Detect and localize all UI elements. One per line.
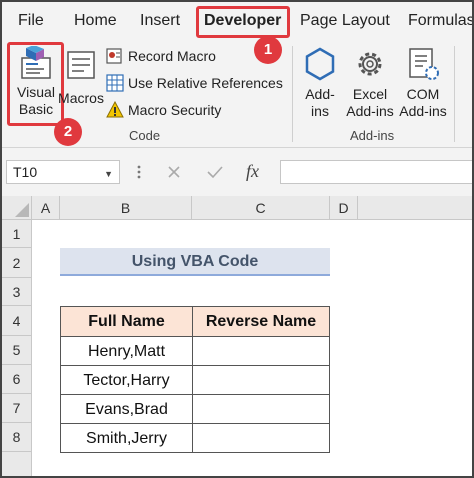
gear-icon xyxy=(358,52,382,76)
worksheet-grid: A B C D 1 2 3 4 5 6 7 8 Using VBA Code F… xyxy=(2,196,472,476)
excel-add-ins-label-line2: Add-ins xyxy=(346,103,394,119)
row-header-5[interactable]: 5 xyxy=(2,336,32,365)
row-header-2[interactable]: 2 xyxy=(2,248,32,278)
ribbon-tabs: File Home Insert Developer Page Layout F… xyxy=(2,2,472,40)
add-ins-group-label: Add-ins xyxy=(350,128,395,143)
column-header-b[interactable]: B xyxy=(60,196,192,220)
excel-add-ins-label-line1: Excel xyxy=(352,86,388,102)
code-group-label: Code xyxy=(129,128,161,143)
full-name-cell: Smith,Jerry xyxy=(86,430,167,447)
name-box-value: T10 xyxy=(13,164,38,180)
record-macro-label: Record Macro xyxy=(128,48,216,64)
table-header-full-name[interactable]: Full Name xyxy=(60,306,193,337)
column-header-c[interactable]: C xyxy=(192,196,330,220)
name-box[interactable]: T10 ▼ xyxy=(6,160,120,184)
macro-security-label: Macro Security xyxy=(128,102,222,118)
tab-file[interactable]: File xyxy=(18,12,44,30)
header-full-name-text: Full Name xyxy=(88,313,165,330)
add-ins-label-line1: Add- xyxy=(305,86,335,102)
step-badge-1: 1 xyxy=(254,36,282,64)
com-add-ins-label-line2: Add-ins xyxy=(399,103,447,119)
select-all-corner[interactable] xyxy=(2,196,32,220)
step-badge-2: 2 xyxy=(54,118,82,146)
use-relative-references-label: Use Relative References xyxy=(128,75,283,91)
excel-add-ins-button[interactable]: Excel Add-ins xyxy=(344,44,396,124)
macros-button[interactable]: Macros xyxy=(58,44,104,108)
ribbon-separator xyxy=(454,46,455,142)
formula-bar: T10 ▼ fx xyxy=(2,148,472,196)
table-header-reverse-name[interactable]: Reverse Name xyxy=(192,306,330,337)
title-cell[interactable]: Using VBA Code xyxy=(60,248,330,276)
select-all-triangle-icon xyxy=(15,203,29,217)
record-macro-icon xyxy=(106,48,122,64)
com-add-ins-button[interactable]: COM Add-ins xyxy=(398,44,448,124)
add-ins-label-line2: ins xyxy=(311,103,329,119)
ribbon-separator xyxy=(292,46,293,142)
reverse-name-cell[interactable] xyxy=(192,394,330,424)
cancel-icon[interactable] xyxy=(166,164,182,180)
reverse-name-cell[interactable] xyxy=(192,423,330,453)
developer-highlight-box xyxy=(196,6,290,38)
full-name-cell: Henry,Matt xyxy=(87,343,166,360)
insert-function-icon[interactable]: fx xyxy=(246,161,259,182)
reverse-name-cell[interactable] xyxy=(192,365,330,395)
full-name-cell: Tector,Harry xyxy=(83,372,170,389)
tab-home[interactable]: Home xyxy=(74,12,117,30)
visual-basic-highlight-box xyxy=(7,42,64,126)
macros-icon xyxy=(67,51,95,79)
row-header-8[interactable]: 8 xyxy=(2,423,32,452)
table-row[interactable]: Evans,Brad xyxy=(60,394,193,424)
com-add-ins-label-line1: COM xyxy=(406,86,440,102)
title-text: Using VBA Code xyxy=(131,253,259,270)
use-relative-references-button[interactable]: Use Relative References xyxy=(106,73,286,93)
add-ins-hexagon-icon xyxy=(305,47,335,81)
header-reverse-name-text: Reverse Name xyxy=(205,313,317,330)
macro-security-button[interactable]: Macro Security xyxy=(106,100,286,120)
row-header-6[interactable]: 6 xyxy=(2,365,32,394)
tab-page-layout[interactable]: Page Layout xyxy=(300,12,390,30)
formula-input[interactable] xyxy=(280,160,472,184)
column-header-d[interactable]: D xyxy=(330,196,358,220)
more-options-icon[interactable] xyxy=(134,164,144,180)
warning-icon xyxy=(106,101,124,118)
excel-window: File Home Insert Developer Page Layout F… xyxy=(0,0,474,478)
table-row[interactable]: Tector,Harry xyxy=(60,365,193,395)
enter-check-icon[interactable] xyxy=(206,164,224,180)
row-header-4[interactable]: 4 xyxy=(2,306,32,336)
add-ins-button[interactable]: Add- ins xyxy=(298,44,342,124)
row-header-1[interactable]: 1 xyxy=(2,220,32,248)
column-header-a[interactable]: A xyxy=(32,196,60,220)
row-header-blank xyxy=(2,452,32,476)
table-row[interactable]: Smith,Jerry xyxy=(60,423,193,453)
relative-references-icon xyxy=(106,74,124,92)
full-name-cell: Evans,Brad xyxy=(85,401,168,418)
chevron-down-icon[interactable]: ▼ xyxy=(104,169,113,179)
column-header-blank xyxy=(358,196,472,220)
tab-insert[interactable]: Insert xyxy=(140,12,180,30)
reverse-name-cell[interactable] xyxy=(192,336,330,366)
row-header-3[interactable]: 3 xyxy=(2,278,32,306)
tab-formulas[interactable]: Formulas xyxy=(408,12,472,30)
table-row[interactable]: Henry,Matt xyxy=(60,336,193,366)
macros-label: Macros xyxy=(58,90,104,106)
com-add-ins-icon xyxy=(409,48,439,80)
row-header-7[interactable]: 7 xyxy=(2,394,32,423)
